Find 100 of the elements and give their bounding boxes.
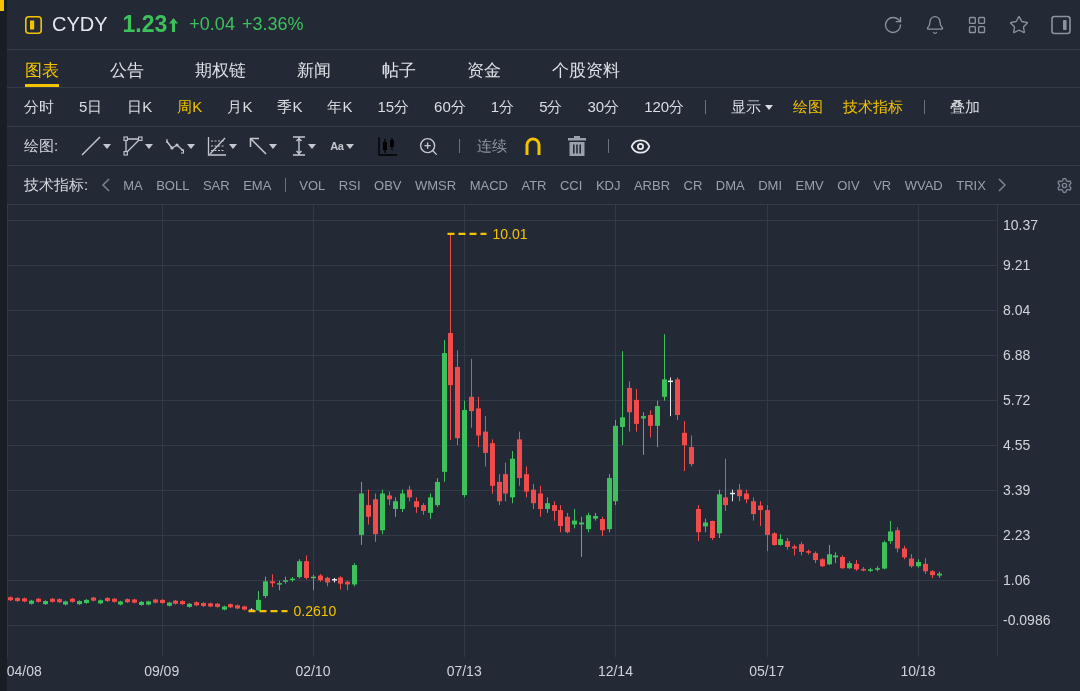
period-tab[interactable]: 日K	[127, 97, 153, 117]
continuous-toggle[interactable]: 连续	[476, 136, 507, 156]
candlestick	[428, 493, 433, 519]
period-tab[interactable]: 月K	[227, 97, 253, 117]
candlestick	[813, 551, 818, 564]
candlestick	[91, 596, 96, 602]
indicator-option[interactable]: OIV	[837, 177, 860, 193]
diagonal-grid-icon	[207, 136, 228, 156]
indicator-option[interactable]: SAR	[202, 177, 230, 193]
nav-tab[interactable]: 期权链	[195, 50, 246, 87]
toolbar-label: 绘图:	[24, 136, 59, 156]
indicator-option[interactable]: DMA	[715, 177, 745, 193]
nav-tab[interactable]: 个股资料	[552, 50, 620, 87]
indicator-option[interactable]: MA	[123, 177, 143, 193]
settings-icon[interactable]	[1056, 176, 1073, 194]
candlestick	[249, 608, 254, 612]
y-axis-label: 5.72	[1003, 391, 1031, 408]
candlestick	[132, 598, 137, 604]
x-axis-label: 04/08	[7, 663, 42, 679]
x-axis-label: 12/14	[597, 663, 633, 679]
candlestick	[476, 396, 481, 448]
grid-icon[interactable]	[967, 14, 987, 35]
candlestick	[180, 600, 185, 605]
nav-tab[interactable]: 新闻	[297, 50, 331, 87]
indicator-option[interactable]: VOL	[299, 177, 326, 193]
indicator-option[interactable]: ATR	[521, 177, 547, 193]
period-tab[interactable]: 1分	[490, 97, 515, 117]
period-tab[interactable]: 5日	[79, 97, 103, 117]
period-tab[interactable]: 5分	[539, 97, 563, 117]
refresh-icon[interactable]	[883, 14, 903, 35]
nav-tab[interactable]: 图表	[25, 50, 59, 87]
caret-icon	[187, 143, 196, 149]
indicator-option[interactable]: WMSR	[415, 177, 457, 193]
nav-tab[interactable]: 资金	[467, 50, 501, 87]
period-tab[interactable]: 年K	[327, 97, 353, 117]
star-icon[interactable]	[1009, 14, 1029, 35]
candlestick	[930, 570, 935, 579]
indicator-option[interactable]: EMA	[243, 177, 272, 193]
trash-icon[interactable]	[567, 136, 586, 156]
text-tool-button[interactable]: Aa	[330, 140, 354, 152]
period-tab[interactable]: 30分	[587, 97, 620, 117]
indicator-option[interactable]: DMI	[758, 177, 783, 193]
indicator-option[interactable]: CR	[683, 177, 703, 193]
x-axis-label: 10/18	[900, 663, 936, 679]
polyline-icon	[123, 136, 144, 156]
y-axis-label: 4.55	[1003, 437, 1031, 454]
measure-tool-button[interactable]	[292, 136, 317, 156]
toggle-button[interactable]: 叠加	[950, 97, 981, 117]
grid-tool-button[interactable]	[207, 136, 238, 156]
period-tab[interactable]: 120分	[644, 97, 685, 117]
period-tab[interactable]: 分时	[24, 97, 54, 117]
polyline-tool-button[interactable]	[123, 136, 154, 156]
candlestick	[799, 541, 804, 556]
toggle-button[interactable]: 绘图	[793, 97, 824, 117]
candlestick	[311, 574, 316, 591]
indicator-option[interactable]: VR	[873, 177, 892, 193]
candlestick	[400, 489, 405, 513]
candlestick	[208, 602, 213, 608]
candlestick	[36, 597, 41, 603]
period-tab[interactable]: 15分	[377, 97, 410, 117]
chevron-right-icon[interactable]	[997, 178, 1006, 192]
candlestick	[153, 598, 158, 604]
indicator-option[interactable]: OBV	[374, 177, 402, 193]
indicator-option[interactable]: EMV	[795, 177, 824, 193]
indicator-option[interactable]: MACD	[469, 177, 508, 193]
candlestick	[50, 597, 55, 603]
indicator-option[interactable]: BOLL	[156, 177, 190, 193]
indicator-option[interactable]: RSI	[338, 177, 361, 193]
candlestick	[490, 439, 495, 494]
chevron-left-icon[interactable]	[102, 178, 111, 192]
indicator-option[interactable]: WVAD	[904, 177, 943, 193]
period-tab[interactable]: 60分	[434, 97, 466, 117]
candlestick	[937, 571, 942, 578]
wave-tool-button[interactable]	[165, 138, 196, 154]
period-tab[interactable]: 周K	[177, 97, 203, 117]
toggle-button[interactable]: 技术指标	[843, 97, 904, 117]
bell-icon[interactable]	[925, 14, 945, 35]
arrow-icon	[249, 137, 268, 155]
candlestick	[77, 600, 82, 605]
zoom-in-icon[interactable]	[417, 135, 439, 157]
period-tab[interactable]: 季K	[277, 97, 303, 117]
y-axis-label: 10.37	[1003, 217, 1039, 233]
line-tool-button[interactable]	[81, 136, 112, 156]
indicator-option[interactable]: ARBR	[633, 177, 671, 193]
indicator-option[interactable]: CCI	[560, 177, 583, 193]
nav-tab[interactable]: 帖子	[382, 50, 416, 87]
candlestick	[105, 597, 110, 602]
indicator-option[interactable]: TRIX	[956, 177, 986, 193]
candlestick	[15, 597, 20, 602]
nav-tab[interactable]: 公告	[110, 50, 144, 87]
dropdown-button[interactable]: 显示	[731, 97, 774, 117]
price-marker-label: 10.01	[492, 225, 528, 242]
arrow-tool-button[interactable]	[249, 137, 278, 155]
square-badge-icon	[25, 15, 42, 34]
candlestick	[43, 600, 48, 605]
candlestick	[710, 520, 715, 540]
panel-right-icon[interactable]	[1051, 14, 1071, 35]
candlestick	[256, 591, 261, 611]
indicator-option[interactable]: KDJ	[595, 177, 621, 193]
y-axis-label: 3.39	[1003, 482, 1031, 499]
